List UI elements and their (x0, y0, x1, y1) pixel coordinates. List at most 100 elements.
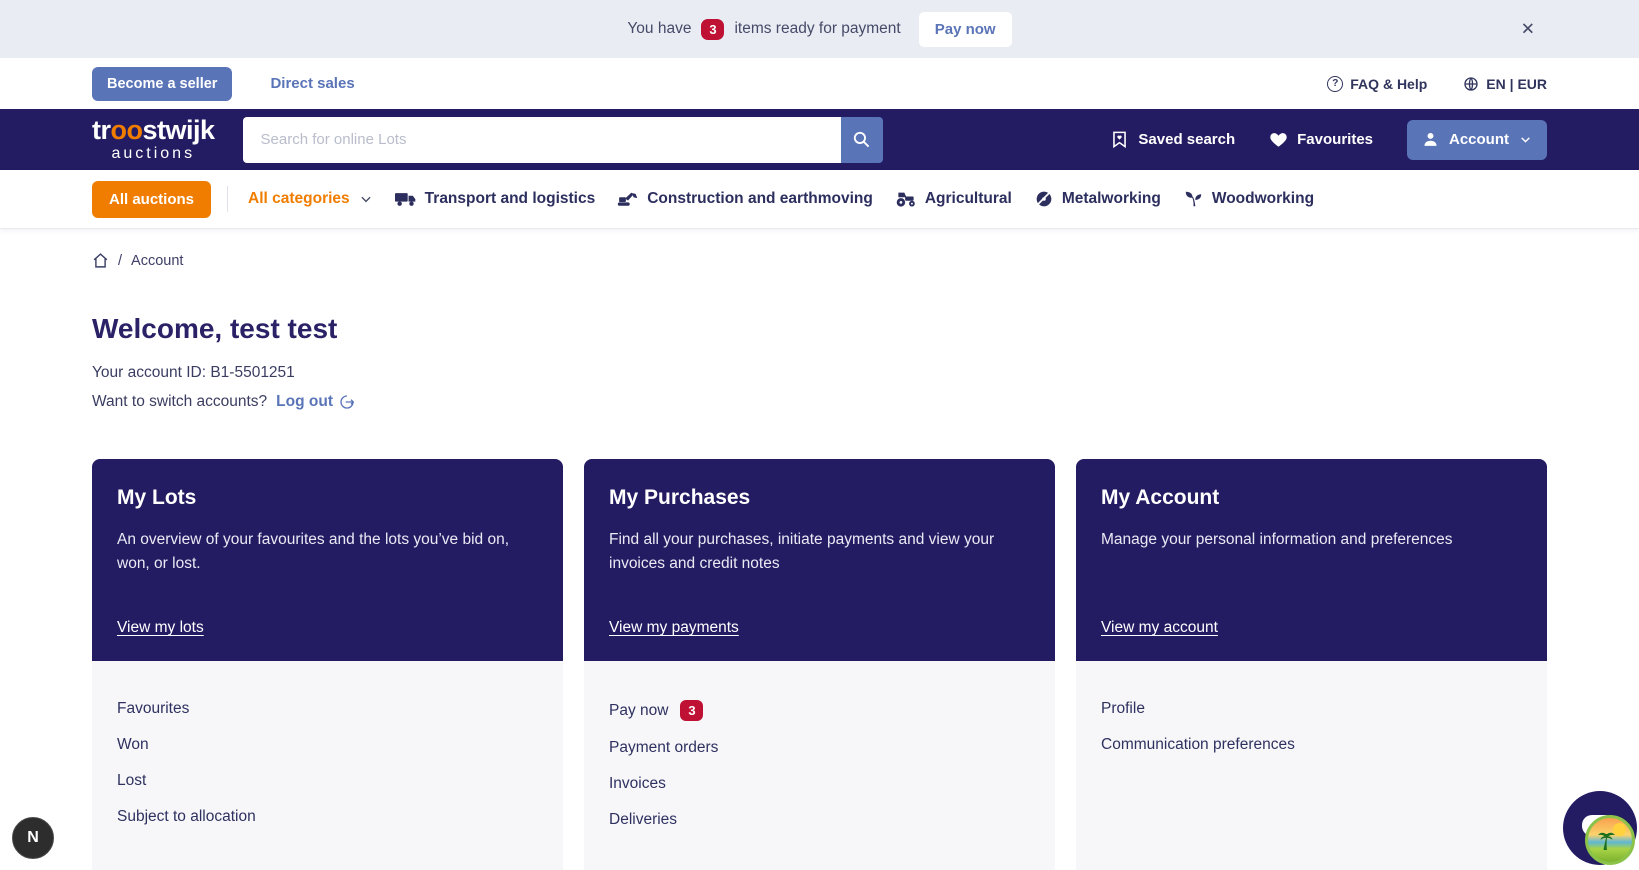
divider (227, 186, 229, 212)
list-item-deliveries[interactable]: Deliveries (609, 802, 1030, 838)
category-woodworking[interactable]: Woodworking (1183, 190, 1314, 208)
my-purchases-list: Pay now 3 Payment orders Invoices Delive… (584, 661, 1055, 870)
list-item-label: Communication preferences (1101, 736, 1295, 753)
list-item-label: Subject to allocation (117, 808, 256, 825)
globe-icon (1463, 76, 1479, 92)
heart-icon (1269, 130, 1288, 149)
my-purchases-card: My Purchases Find all your purchases, in… (584, 459, 1055, 661)
payment-count-badge: 3 (701, 18, 725, 40)
category-label: Transport and logistics (424, 190, 596, 207)
logo-oo: oo (110, 115, 144, 145)
card-description: Manage your personal information and pre… (1101, 531, 1453, 548)
page-title: Welcome, test test (92, 313, 338, 344)
faq-help-link[interactable]: ? FAQ & Help (1327, 75, 1428, 92)
view-my-account-link[interactable]: View my account (1101, 619, 1218, 637)
logo-text-2: stwijk (142, 115, 216, 145)
list-item-label: Profile (1101, 700, 1145, 717)
my-lots-section: My Lots An overview of your favourites a… (92, 459, 563, 870)
category-transport[interactable]: Transport and logistics (394, 190, 596, 208)
my-account-card: My Account Manage your personal informat… (1076, 459, 1547, 661)
person-icon (1422, 131, 1439, 148)
account-label: Account (1449, 131, 1509, 148)
favourites-label: Favourites (1297, 131, 1373, 148)
become-seller-button[interactable]: Become a seller (92, 66, 233, 101)
list-item-won[interactable]: Won (117, 727, 538, 763)
card-title: My Purchases (609, 486, 751, 509)
account-id-text: Your account ID: B1-5501251 (92, 364, 295, 381)
my-lots-list: Favourites Won Lost Subject to allocatio… (92, 661, 563, 870)
logout-icon (339, 394, 355, 410)
list-item-communication-preferences[interactable]: Communication preferences (1101, 727, 1522, 763)
favourites-link[interactable]: Favourites (1269, 130, 1373, 149)
category-construction[interactable]: Construction and earthmoving (617, 190, 873, 208)
chevron-down-icon (359, 192, 373, 206)
account-cards: My Lots An overview of your favourites a… (92, 459, 1547, 870)
category-label: Woodworking (1211, 190, 1315, 207)
saved-search-link[interactable]: Saved search (1110, 130, 1235, 149)
banner-message-prefix: You have (627, 20, 692, 37)
category-label: Construction and earthmoving (647, 190, 873, 207)
excavator-icon (617, 190, 639, 208)
list-item-lost[interactable]: Lost (117, 763, 538, 799)
list-item-profile[interactable]: Profile (1101, 691, 1522, 727)
palm-tree-icon (1596, 828, 1616, 856)
home-icon[interactable] (92, 252, 109, 269)
question-icon: ? (1327, 75, 1344, 92)
my-purchases-section: My Purchases Find all your purchases, in… (584, 459, 1055, 870)
saved-search-icon (1110, 130, 1129, 149)
list-item-label: Pay now (609, 701, 669, 719)
my-lots-card: My Lots An overview of your favourites a… (92, 459, 563, 661)
pay-now-button[interactable]: Pay now (918, 11, 1012, 47)
list-item-label: Won (117, 736, 149, 753)
locale-label: EN | EUR (1486, 75, 1547, 92)
list-item-favourites[interactable]: Favourites (117, 691, 538, 727)
logout-link[interactable]: Log out (276, 393, 355, 411)
troostwijk-logo[interactable]: troostwijk auctions (92, 117, 215, 162)
card-description: Find all your purchases, initiate paymen… (609, 531, 995, 573)
tractor-icon (895, 190, 917, 208)
category-label: Agricultural (924, 190, 1012, 207)
search-input[interactable] (242, 116, 841, 163)
list-item-payment-orders[interactable]: Payment orders (609, 730, 1030, 766)
category-metalworking[interactable]: Metalworking (1034, 190, 1161, 208)
breadcrumb: / Account (92, 252, 1547, 269)
switch-accounts-question: Want to switch accounts? (92, 393, 268, 410)
all-auctions-button[interactable]: All auctions (92, 180, 212, 218)
main-header: troostwijk auctions Search for online Lo… (0, 109, 1639, 170)
category-agricultural[interactable]: Agricultural (895, 190, 1012, 208)
view-my-payments-link[interactable]: View my payments (609, 619, 739, 637)
logo-subtitle: auctions (111, 145, 196, 162)
account-button[interactable]: Account (1407, 119, 1547, 160)
my-account-section: My Account Manage your personal informat… (1076, 459, 1547, 870)
list-item-subject-to-allocation[interactable]: Subject to allocation (117, 799, 538, 835)
list-item-pay-now[interactable]: Pay now 3 (609, 691, 1030, 730)
list-item-invoices[interactable]: Invoices (609, 766, 1030, 802)
card-title: My Account (1101, 486, 1220, 509)
category-nav: All auctions All categories Transport an… (0, 170, 1639, 229)
chat-widget-button[interactable] (1563, 791, 1637, 865)
faq-help-label: FAQ & Help (1350, 75, 1428, 92)
close-icon[interactable]: ✕ (1521, 21, 1535, 38)
search-icon (852, 130, 871, 149)
list-item-label: Invoices (609, 775, 666, 792)
logo-text: tr (92, 115, 111, 145)
search-button[interactable] (840, 116, 883, 163)
dev-tools-badge[interactable]: N (12, 817, 54, 859)
secondary-topbar: Become a seller Direct sales ? FAQ & Hel… (0, 58, 1639, 109)
chat-widget-avatar (1585, 815, 1635, 865)
card-description: An overview of your favourites and the l… (117, 531, 510, 573)
list-item-label: Payment orders (609, 739, 719, 756)
list-item-label: Deliveries (609, 811, 678, 828)
banner-message-suffix: items ready for payment (734, 20, 901, 37)
view-my-lots-link[interactable]: View my lots (117, 619, 204, 637)
search-bar (242, 116, 883, 163)
all-categories-dropdown[interactable]: All categories (248, 190, 373, 208)
pay-now-count-badge: 3 (680, 700, 704, 721)
logout-label: Log out (276, 393, 333, 410)
direct-sales-link[interactable]: Direct sales (270, 75, 354, 92)
main-content: / Account Welcome, test test Your accoun… (92, 252, 1547, 870)
list-item-label: Lost (117, 772, 147, 789)
locale-selector[interactable]: EN | EUR (1463, 76, 1547, 92)
breadcrumb-separator: / (118, 252, 123, 269)
all-categories-label: All categories (248, 190, 350, 207)
